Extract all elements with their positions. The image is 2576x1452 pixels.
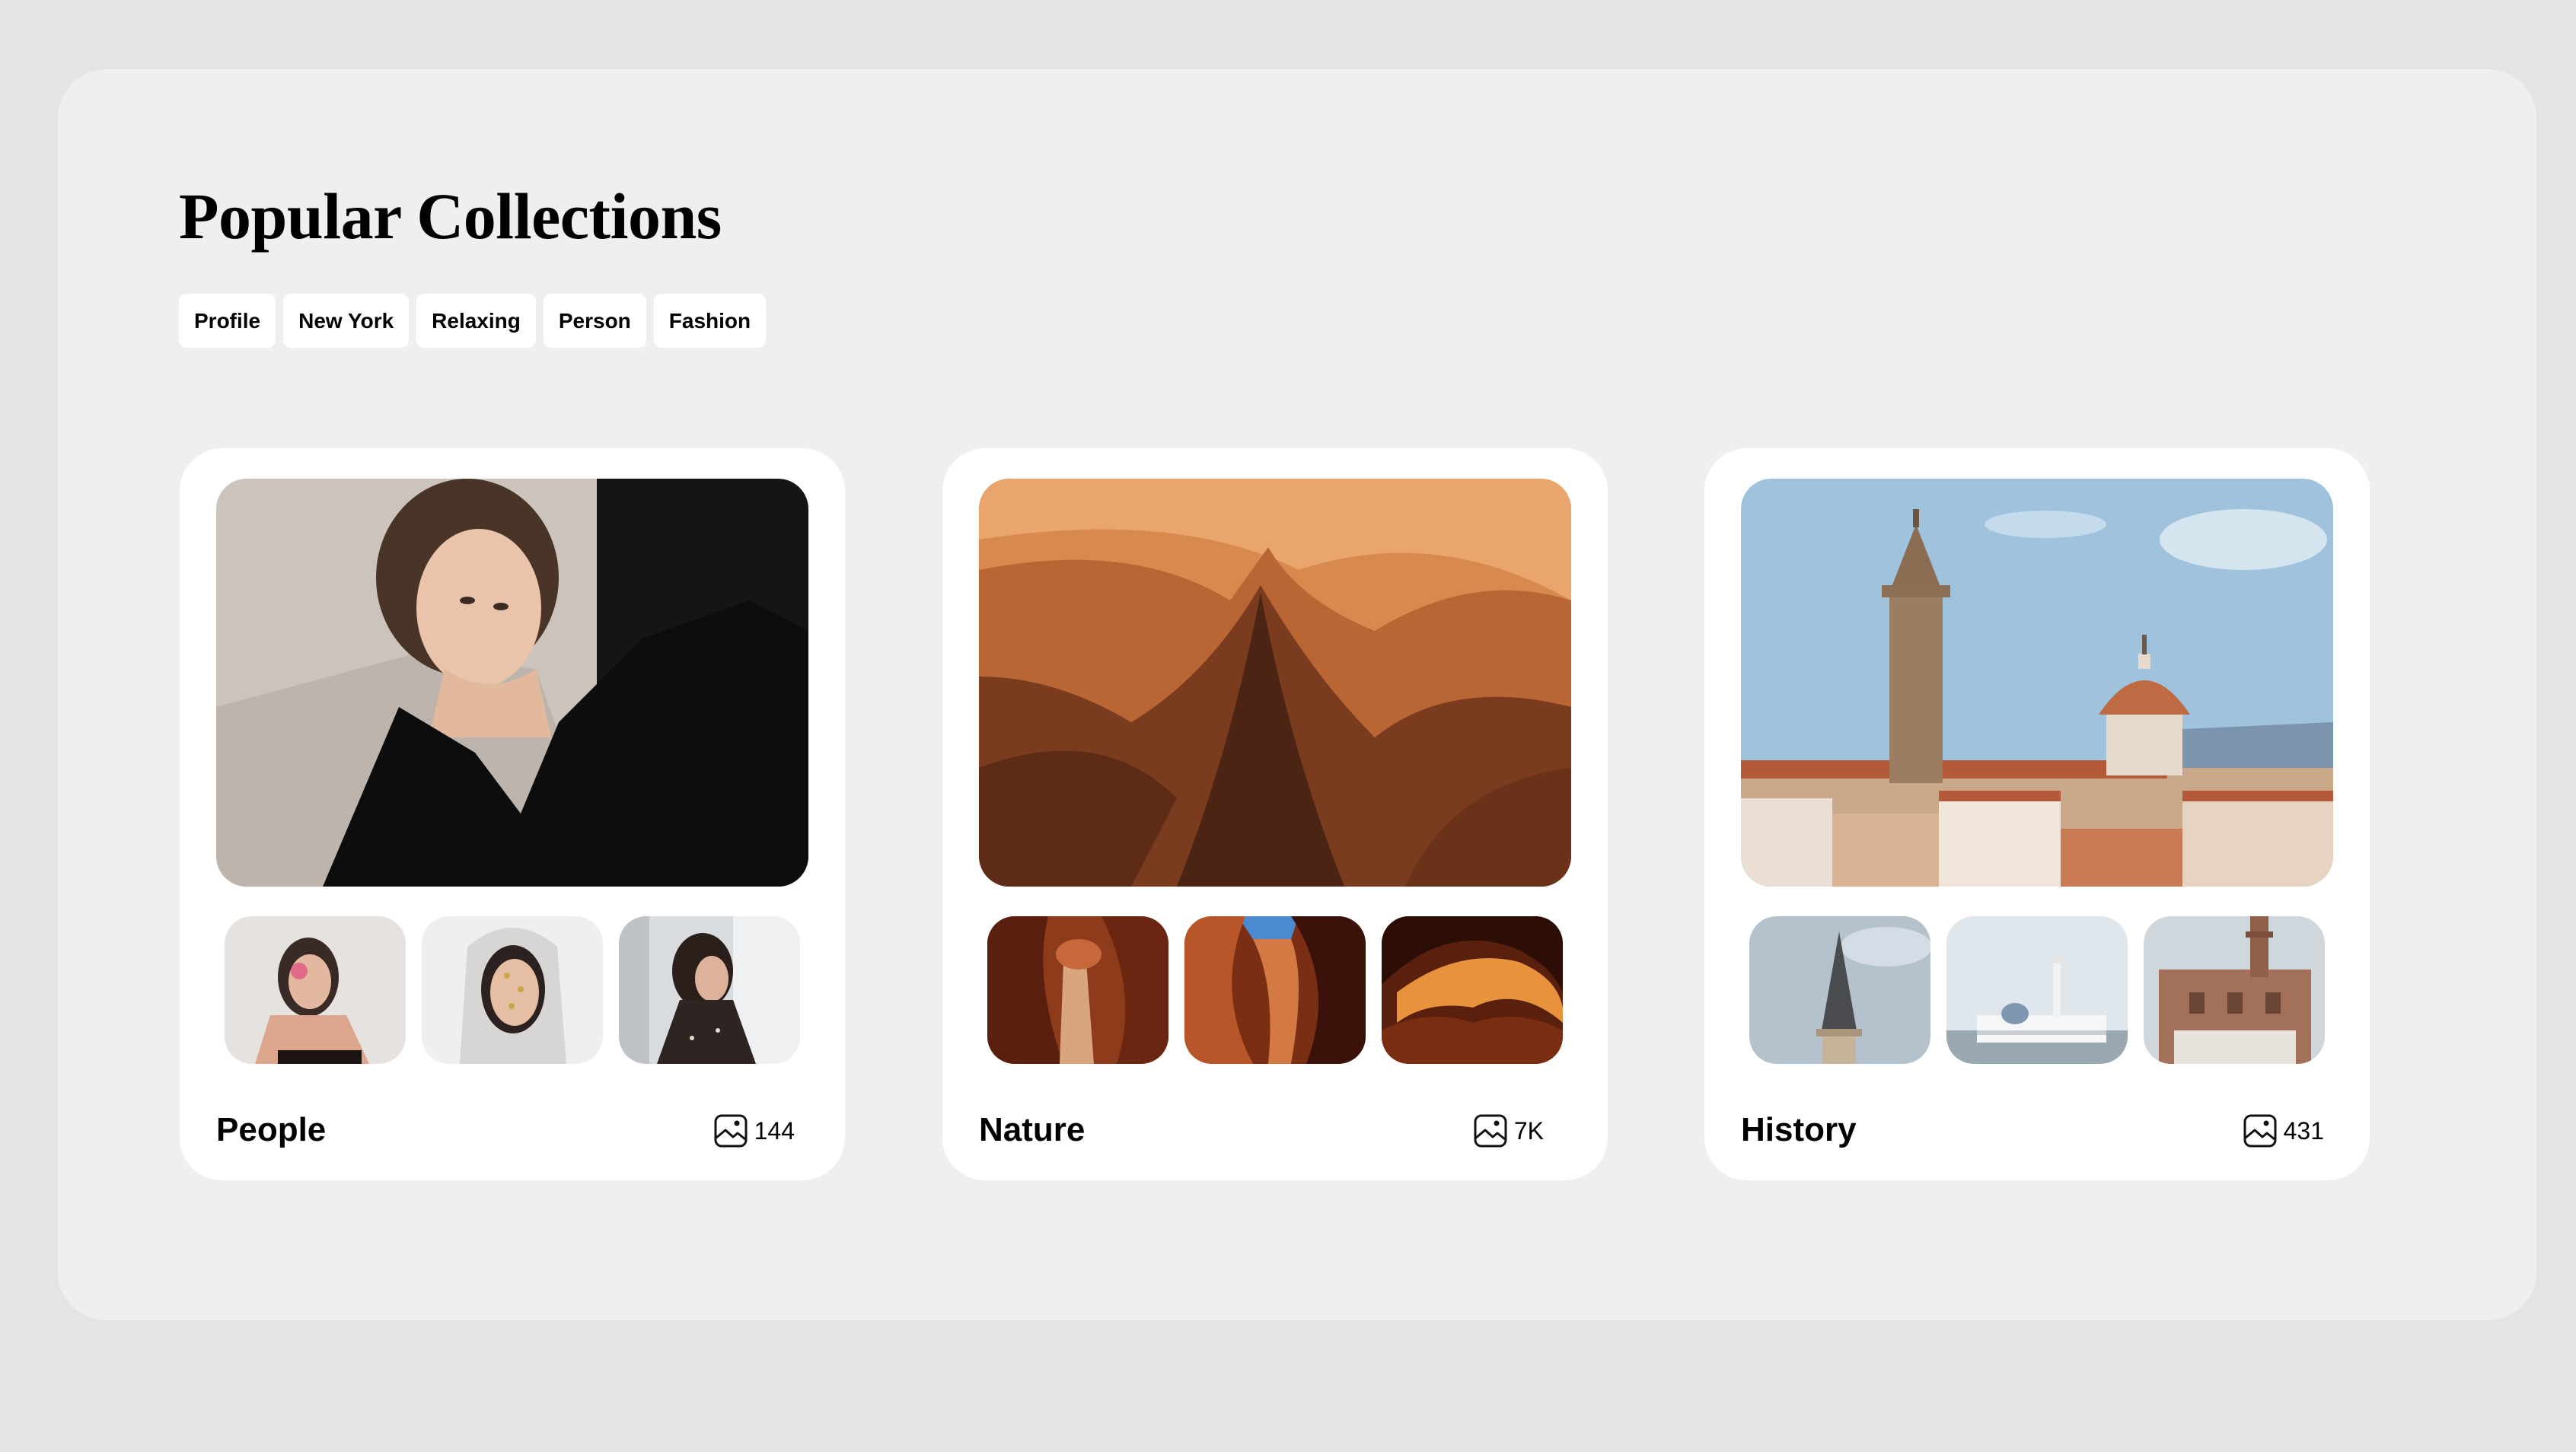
history-thumbnail-1 (1749, 916, 1930, 1064)
nature-thumbnail-2 (1184, 916, 1366, 1064)
collection-count: 7K (1473, 1112, 1544, 1150)
collection-count-value: 431 (2283, 1116, 2324, 1145)
collection-count: 431 (2243, 1112, 2324, 1150)
collection-card-nature[interactable]: Nature 7K (942, 448, 1608, 1180)
nature-cover-image (979, 479, 1571, 887)
history-thumbnail-3 (2144, 916, 2325, 1064)
tag-person[interactable]: Person (543, 294, 646, 348)
image-icon (1474, 1114, 1507, 1148)
collection-name: Nature (979, 1111, 1086, 1148)
collection-count: 144 (713, 1112, 795, 1150)
collection-name: People (216, 1111, 327, 1148)
collection-card-people[interactable]: People 144 (180, 448, 845, 1180)
image-icon (2243, 1114, 2277, 1148)
collection-count-value: 7K (1513, 1116, 1544, 1145)
tag-profile[interactable]: Profile (179, 294, 276, 348)
collection-card-history[interactable]: History 431 (1704, 448, 2370, 1180)
tag-relaxing[interactable]: Relaxing (416, 294, 536, 348)
people-thumbnail-1 (225, 916, 406, 1064)
people-thumbnail-3 (619, 916, 800, 1064)
nature-thumbnail-1 (987, 916, 1168, 1064)
collection-count-value: 144 (754, 1116, 795, 1145)
nature-thumbnail-3 (1382, 916, 1563, 1064)
collection-name: History (1741, 1111, 1857, 1148)
tag-fashion[interactable]: Fashion (653, 294, 767, 348)
people-thumbnail-2 (422, 916, 603, 1064)
image-icon (714, 1114, 748, 1148)
history-cover-image (1741, 479, 2333, 887)
history-thumbnail-2 (1946, 916, 2128, 1064)
tag-list: Profile New York Relaxing Person Fashion (179, 294, 767, 348)
page-title: Popular Collections (179, 180, 722, 253)
tag-new-york[interactable]: New York (283, 294, 410, 348)
people-cover-image (216, 479, 808, 887)
